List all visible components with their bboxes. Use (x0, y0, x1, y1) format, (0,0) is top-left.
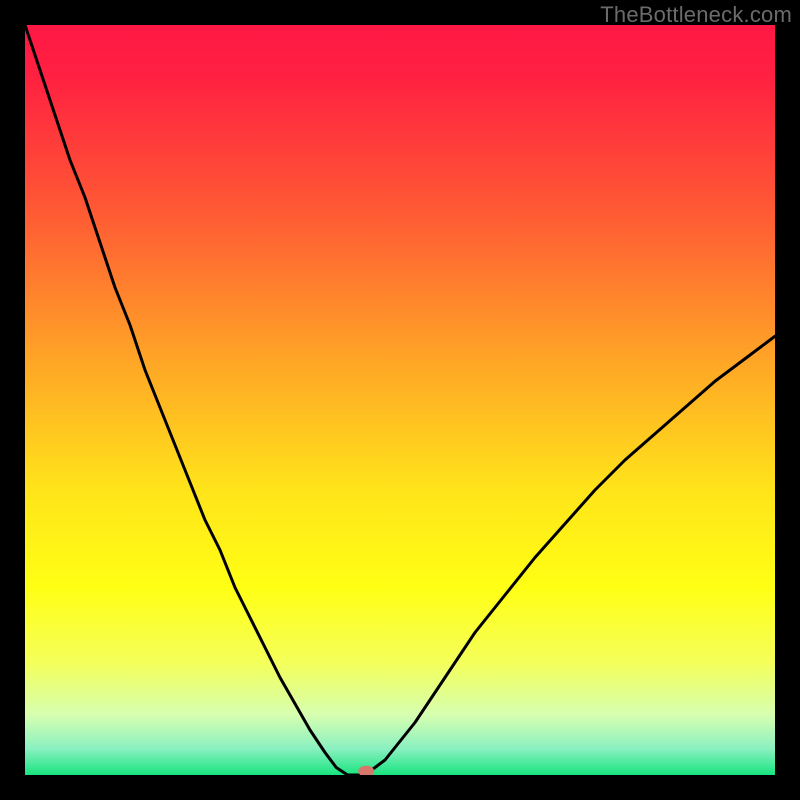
bottleneck-chart (25, 25, 775, 775)
chart-frame: TheBottleneck.com (0, 0, 800, 800)
gradient-background (25, 25, 775, 775)
